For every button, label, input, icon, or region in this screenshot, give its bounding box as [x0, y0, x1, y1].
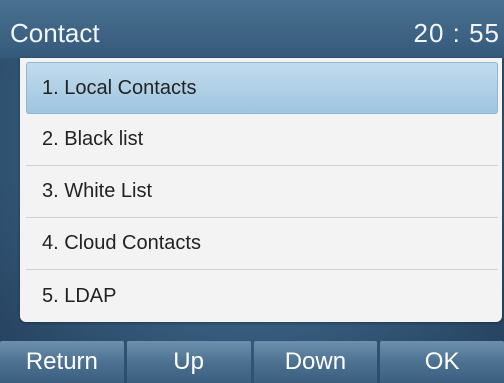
- menu-item-label: 3. White List: [42, 180, 153, 202]
- menu-item-ldap[interactable]: 5. LDAP: [26, 270, 498, 322]
- ok-button[interactable]: OK: [380, 341, 504, 383]
- menu-item-black-list[interactable]: 2. Black list: [26, 114, 498, 166]
- screen-title: Contact: [10, 18, 100, 48]
- menu-item-white-list[interactable]: 3. White List: [26, 166, 498, 218]
- menu-item-label: 4. Cloud Contacts: [42, 232, 201, 254]
- softkey-bar: Return Up Down OK: [0, 341, 504, 383]
- menu-item-local-contacts[interactable]: 1. Local Contacts: [26, 62, 498, 114]
- menu-item-label: 5. LDAP: [42, 284, 117, 307]
- clock: 20 : 55: [413, 18, 500, 48]
- contact-menu: 1. Local Contacts 2. Black list 3. White…: [20, 58, 502, 322]
- menu-item-cloud-contacts[interactable]: 4. Cloud Contacts: [26, 218, 498, 270]
- down-button[interactable]: Down: [253, 341, 378, 383]
- menu-item-label: 2. Black list: [42, 128, 144, 150]
- menu-item-label: 1. Local Contacts: [42, 76, 197, 99]
- return-button[interactable]: Return: [0, 341, 124, 383]
- up-button[interactable]: Up: [126, 341, 251, 383]
- title-bar: Contact 20 : 55: [0, 0, 504, 58]
